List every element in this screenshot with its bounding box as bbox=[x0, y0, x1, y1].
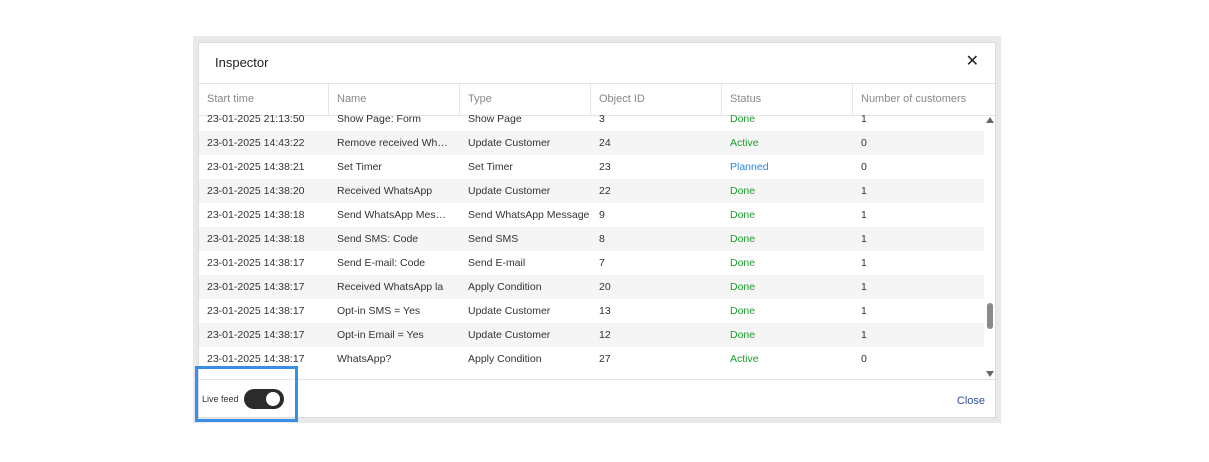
table-cell: 23-01-2025 14:38:18 bbox=[207, 209, 305, 221]
status-badge: Active bbox=[730, 353, 759, 365]
table-cell: Opt-in Email = Yes bbox=[337, 329, 424, 341]
table-row[interactable]: 23-01-2025 14:38:17 Opt-in Email = Yes Upd… bbox=[199, 323, 984, 347]
table-cell: 0 bbox=[861, 353, 867, 365]
scroll-down-icon[interactable] bbox=[986, 371, 994, 377]
table-cell: 27 bbox=[599, 353, 611, 365]
status-badge: Done bbox=[730, 257, 756, 269]
table-cell: Opt-in SMS = Yes bbox=[337, 305, 421, 317]
status-badge: Done bbox=[730, 305, 756, 317]
table-cell: 23 bbox=[599, 161, 611, 173]
table-cell: Show Page: Form bbox=[337, 115, 422, 125]
table-cell: 1 bbox=[861, 305, 867, 317]
table-cell: Send WhatsApp Message bbox=[337, 209, 451, 221]
status-badge: Done bbox=[730, 329, 756, 341]
column-header[interactable]: Name bbox=[329, 83, 460, 115]
table-row[interactable]: 23-01-2025 14:38:17 Send E-mail: Code Send… bbox=[199, 251, 984, 275]
table-header: Start time Name Type Object ID Status Number … bbox=[199, 83, 995, 116]
table-cell: 9 bbox=[599, 209, 605, 221]
table-cell: Received WhatsApp la bbox=[337, 281, 444, 293]
table-cell: 3 bbox=[599, 115, 605, 125]
column-header[interactable]: Start time bbox=[199, 83, 329, 115]
dialog-header: Inspector ✕ bbox=[199, 43, 995, 84]
table-cell: Apply Condition bbox=[468, 353, 542, 365]
table-cell: 0 bbox=[861, 137, 867, 149]
table-row[interactable]: 23-01-2025 14:43:22 Remove received Whats… bbox=[199, 131, 984, 155]
table-cell: 1 bbox=[861, 209, 867, 221]
table-row[interactable]: 23-01-2025 14:38:18 Send SMS: Code Send SM… bbox=[199, 227, 984, 251]
table-cell: 23-01-2025 14:38:17 bbox=[207, 281, 305, 293]
table-cell: WhatsApp? bbox=[337, 353, 392, 365]
table-cell: 8 bbox=[599, 233, 605, 245]
table-cell: 1 bbox=[861, 115, 867, 125]
table-cell: Set Timer bbox=[468, 161, 513, 173]
table-row[interactable]: 23-01-2025 21:13:50 Show Page: Form Show P… bbox=[199, 115, 984, 131]
column-header[interactable]: Type bbox=[460, 83, 591, 115]
inspector-dialog: Inspector ✕ Start time Name Type Object ID S… bbox=[198, 42, 996, 418]
toggle-knob bbox=[266, 392, 280, 406]
dialog-title: Inspector bbox=[215, 55, 269, 70]
column-header[interactable]: Object ID bbox=[591, 83, 722, 115]
table-cell: 24 bbox=[599, 137, 611, 149]
close-button[interactable]: Close bbox=[957, 395, 985, 407]
status-badge: Planned bbox=[730, 161, 769, 173]
scroll-thumb[interactable] bbox=[987, 303, 993, 329]
table-cell: 12 bbox=[599, 329, 611, 341]
table-row[interactable]: 23-01-2025 14:38:20 Received WhatsApp Upda… bbox=[199, 179, 984, 203]
table-cell: Update Customer bbox=[468, 305, 551, 317]
live-feed-label: Live feed bbox=[202, 394, 239, 404]
table-cell: Update Customer bbox=[468, 137, 551, 149]
table-cell: 1 bbox=[861, 329, 867, 341]
table-cell: Set Timer bbox=[337, 161, 382, 173]
dialog-footer: Live feed Close bbox=[199, 379, 995, 419]
status-badge: Done bbox=[730, 115, 756, 125]
table-cell: 23-01-2025 14:38:17 bbox=[207, 353, 305, 365]
table-cell: 1 bbox=[861, 257, 867, 269]
vertical-scrollbar[interactable] bbox=[984, 115, 996, 379]
status-badge: Done bbox=[730, 233, 756, 245]
table-cell: 23-01-2025 14:38:20 bbox=[207, 185, 305, 197]
table-cell: Update Customer bbox=[468, 185, 551, 197]
table-body: 23-01-2025 21:13:50 Show Page: Form Show P… bbox=[199, 115, 984, 379]
table-cell: 1 bbox=[861, 281, 867, 293]
close-icon[interactable]: ✕ bbox=[966, 53, 979, 71]
table-cell: 1 bbox=[861, 185, 867, 197]
table-cell: Remove received WhatsApp bbox=[337, 137, 451, 149]
table-cell: 23-01-2025 21:13:50 bbox=[207, 115, 305, 125]
table-cell: Send SMS: Code bbox=[337, 233, 419, 245]
table-cell: 20 bbox=[599, 281, 611, 293]
status-badge: Done bbox=[730, 281, 756, 293]
table-cell: 23-01-2025 14:38:21 bbox=[207, 161, 305, 173]
table-cell: Send SMS bbox=[468, 233, 519, 245]
table-cell: Send E-mail bbox=[468, 257, 526, 269]
table-cell: 0 bbox=[861, 161, 867, 173]
table-row[interactable]: 23-01-2025 14:38:17 Opt-in SMS = Yes Updat… bbox=[199, 299, 984, 323]
table-cell: Received WhatsApp bbox=[337, 185, 433, 197]
status-badge: Active bbox=[730, 137, 759, 149]
table-cell: 22 bbox=[599, 185, 611, 197]
table-cell: Show Page bbox=[468, 115, 522, 125]
scroll-up-icon[interactable] bbox=[986, 117, 994, 123]
table-cell: 13 bbox=[599, 305, 611, 317]
status-badge: Done bbox=[730, 209, 756, 221]
table-row[interactable]: 23-01-2025 14:38:18 Send WhatsApp Message… bbox=[199, 203, 984, 227]
table-cell: Apply Condition bbox=[468, 281, 542, 293]
table-row[interactable]: 23-01-2025 14:38:17 WhatsApp? Apply Condit… bbox=[199, 347, 984, 371]
status-badge: Done bbox=[730, 185, 756, 197]
table-cell: 7 bbox=[599, 257, 605, 269]
table-cell: 23-01-2025 14:38:17 bbox=[207, 329, 305, 341]
table-cell: 1 bbox=[861, 233, 867, 245]
table-cell: Update Customer bbox=[468, 329, 551, 341]
table-row[interactable]: 23-01-2025 14:38:21 Set Timer Set Timer 23 P… bbox=[199, 155, 984, 179]
table-row[interactable]: 23-01-2025 14:38:17 Received WhatsApp la A… bbox=[199, 275, 984, 299]
table-cell: 23-01-2025 14:38:17 bbox=[207, 257, 305, 269]
table-cell: 23-01-2025 14:38:18 bbox=[207, 233, 305, 245]
live-feed-toggle[interactable] bbox=[244, 389, 284, 409]
table-cell: 23-01-2025 14:38:17 bbox=[207, 305, 305, 317]
table-cell: Send WhatsApp Message bbox=[468, 209, 590, 221]
table-cell: Send E-mail: Code bbox=[337, 257, 426, 269]
column-header[interactable]: Number of customers bbox=[853, 83, 996, 115]
table-cell: 23-01-2025 14:43:22 bbox=[207, 137, 305, 149]
column-header[interactable]: Status bbox=[722, 83, 853, 115]
